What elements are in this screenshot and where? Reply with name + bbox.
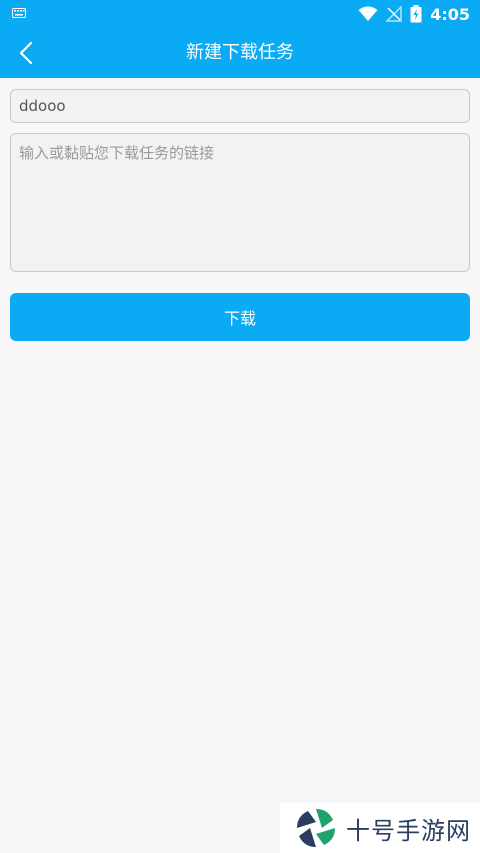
page-title: 新建下载任务 [186, 42, 294, 63]
status-bar-right: 4:05 [358, 4, 470, 24]
download-button[interactable]: 下载 [10, 293, 470, 341]
keyboard-icon [12, 8, 26, 18]
no-signal-icon [386, 6, 402, 22]
battery-icon [410, 5, 422, 23]
watermark: 十号手游网 [280, 803, 480, 853]
status-time: 4:05 [430, 4, 470, 24]
site-logo-icon [297, 809, 335, 847]
app-bar: 新建下载任务 [0, 28, 480, 78]
status-bar: 4:05 [0, 0, 480, 28]
wifi-icon [358, 6, 378, 21]
task-url-input[interactable] [10, 133, 470, 272]
task-name-input[interactable] [10, 89, 470, 123]
watermark-text: 十号手游网 [346, 816, 471, 845]
